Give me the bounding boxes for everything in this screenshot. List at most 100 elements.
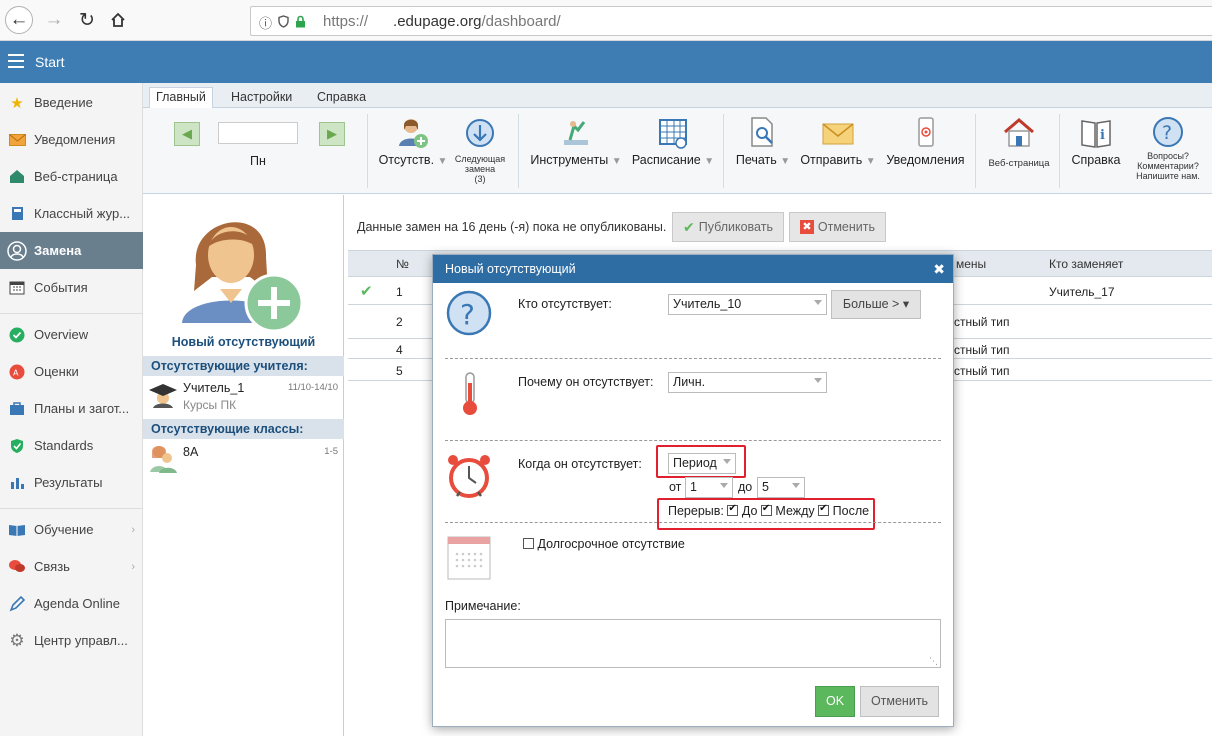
- column-number[interactable]: №: [396, 257, 409, 271]
- who-absent-select[interactable]: Учитель_10: [668, 294, 827, 315]
- close-icon[interactable]: ✖: [933, 261, 945, 278]
- row-number: 4: [396, 343, 403, 357]
- back-arrow-icon[interactable]: ←: [5, 6, 33, 34]
- sidebar-item-learning[interactable]: Обучение ›: [0, 511, 143, 548]
- row-type: стный тип: [954, 315, 1010, 329]
- chevron-down-icon: [792, 483, 800, 488]
- url-bar[interactable]: ⓘ https:// .edupage.org/dashboard/: [250, 6, 1212, 36]
- note-textarea[interactable]: ⋱: [445, 619, 941, 668]
- sidebar-item-label: Веб-страница: [34, 169, 118, 184]
- chevron-right-icon: ›: [131, 523, 135, 536]
- sidebar-item-results[interactable]: Результаты: [0, 464, 143, 501]
- why-absent-label: Почему он отсутствует:: [518, 375, 654, 389]
- sidebar-item-grades[interactable]: A Оценки: [0, 353, 143, 390]
- cancel-button[interactable]: Отменить: [860, 686, 939, 717]
- next-sub-line-1: Следующая: [454, 154, 506, 164]
- hamburger-menu-icon[interactable]: [8, 54, 24, 68]
- sidebar-item-classbook[interactable]: Классный жур...: [0, 195, 143, 232]
- reload-icon[interactable]: ↻: [73, 6, 101, 34]
- sidebar-item-label: Agenda Online: [34, 596, 121, 611]
- thermometer-icon: [463, 372, 477, 415]
- questions-button[interactable]: ? Вопросы? Комментарии? Напишите нам.: [1133, 116, 1203, 181]
- resize-grip-icon[interactable]: ⋱: [929, 656, 938, 667]
- absent-class-row[interactable]: 8A 1-5: [143, 442, 344, 478]
- new-absence-dialog: Новый отсутствующий ✖ ? Кто отсутствует:…: [432, 254, 954, 727]
- note-label: Примечание:: [445, 599, 521, 613]
- sidebar-item-agenda-online[interactable]: Agenda Online: [0, 585, 143, 622]
- students-icon: [150, 446, 177, 473]
- tab-main[interactable]: Главный: [149, 87, 213, 109]
- phone-icon: [917, 117, 934, 147]
- app-title[interactable]: Start: [35, 54, 65, 70]
- next-substitution-button[interactable]: Следующая замена (3): [451, 118, 509, 184]
- to-period-value: 5: [762, 480, 769, 494]
- sidebar-item-standards[interactable]: Standards: [0, 427, 143, 464]
- sidebar-item-communication[interactable]: Связь ›: [0, 548, 143, 585]
- sidebar-item-control-center[interactable]: ⚙ Центр управл...: [0, 622, 143, 659]
- ok-button[interactable]: OK: [815, 686, 855, 717]
- sidebar-item-webpage[interactable]: Веб-страница: [0, 158, 143, 195]
- sidebar-item-events[interactable]: События: [0, 269, 143, 306]
- sidebar-item-label: Уведомления: [34, 132, 116, 147]
- help-label: Справка: [1071, 153, 1121, 167]
- publish-button[interactable]: ✔ Публиковать: [672, 212, 784, 242]
- next-day-button[interactable]: ▶: [319, 122, 345, 146]
- questions-line-1: Вопросы?: [1147, 151, 1189, 161]
- why-absent-value: Личн.: [673, 375, 706, 389]
- home-icon[interactable]: [104, 6, 132, 34]
- sidebar-item-label: Оценки: [34, 364, 79, 379]
- tab-help[interactable]: Справка: [311, 88, 372, 108]
- dialog-divider: [445, 440, 941, 441]
- new-absent-avatar-button[interactable]: [180, 207, 308, 338]
- day-selector[interactable]: [218, 122, 298, 144]
- schedule-button[interactable]: Расписание ▼: [629, 116, 717, 167]
- column-substitute[interactable]: Кто заменяет: [1049, 257, 1123, 271]
- alarm-clock-icon: [448, 455, 490, 498]
- user-icon: [0, 240, 34, 261]
- teacher-name: Учитель_1: [183, 381, 245, 395]
- print-button[interactable]: Печать ▼: [731, 116, 795, 167]
- longterm-row: Долгосрочное отсутствие: [523, 537, 685, 551]
- lock-icon[interactable]: [295, 15, 306, 31]
- sidebar-item-label: Overview: [34, 327, 89, 342]
- new-absent-label[interactable]: Новый отсутствующий: [143, 335, 344, 349]
- send-button[interactable]: Отправить ▼: [798, 116, 878, 167]
- publish-label: Публиковать: [698, 220, 773, 234]
- help-button[interactable]: i Справка: [1068, 116, 1124, 167]
- row-number: 5: [396, 364, 403, 378]
- notifications-button[interactable]: Уведомления: [883, 116, 968, 167]
- previous-day-button[interactable]: ◀: [174, 122, 200, 146]
- info-icon[interactable]: ⓘ: [259, 13, 272, 32]
- ribbon-divider: [367, 114, 368, 188]
- tools-button[interactable]: Инструменты ▼: [528, 116, 624, 167]
- webpage-button[interactable]: Веб-страница: [986, 116, 1052, 169]
- column-type[interactable]: мены: [956, 257, 986, 271]
- more-button[interactable]: Больше > ▾: [831, 290, 921, 319]
- shield-icon[interactable]: [278, 14, 289, 31]
- calendar-icon: [447, 536, 491, 580]
- help-book-icon: i: [1081, 120, 1111, 148]
- tab-settings[interactable]: Настройки: [225, 88, 298, 108]
- from-period-select[interactable]: 1: [685, 477, 733, 498]
- why-absent-select[interactable]: Личн.: [668, 372, 827, 393]
- sidebar-item-introduction[interactable]: ★ Введение: [0, 84, 143, 121]
- longterm-checkbox[interactable]: [523, 538, 534, 549]
- absent-user-icon: [399, 119, 428, 148]
- dropdown-arrow-icon: ▼: [611, 156, 622, 167]
- print-preview-icon: [751, 117, 773, 147]
- cancel-publish-button[interactable]: ✖ Отменить: [789, 212, 886, 242]
- sidebar-item-substitution[interactable]: Замена: [0, 232, 143, 269]
- absent-button[interactable]: Отсутств. ▼: [378, 116, 448, 167]
- dropdown-arrow-icon: ▼: [437, 156, 448, 167]
- absent-teacher-row[interactable]: Учитель_1 11/10-14/10 Курсы ПК: [143, 379, 344, 415]
- questions-line-3: Напишите нам.: [1136, 171, 1200, 181]
- arrow-down-circle-icon: [466, 119, 494, 147]
- sidebar-item-overview[interactable]: Overview: [0, 316, 143, 353]
- to-period-select[interactable]: 5: [757, 477, 805, 498]
- highlight-period: [656, 445, 746, 478]
- app-header: Start: [0, 41, 1212, 83]
- sidebar-item-plans[interactable]: Планы и загот...: [0, 390, 143, 427]
- sidebar-item-notifications[interactable]: Уведомления: [0, 121, 143, 158]
- when-absent-label: Когда он отсутствует:: [518, 457, 642, 471]
- forward-arrow-icon[interactable]: →: [40, 6, 68, 34]
